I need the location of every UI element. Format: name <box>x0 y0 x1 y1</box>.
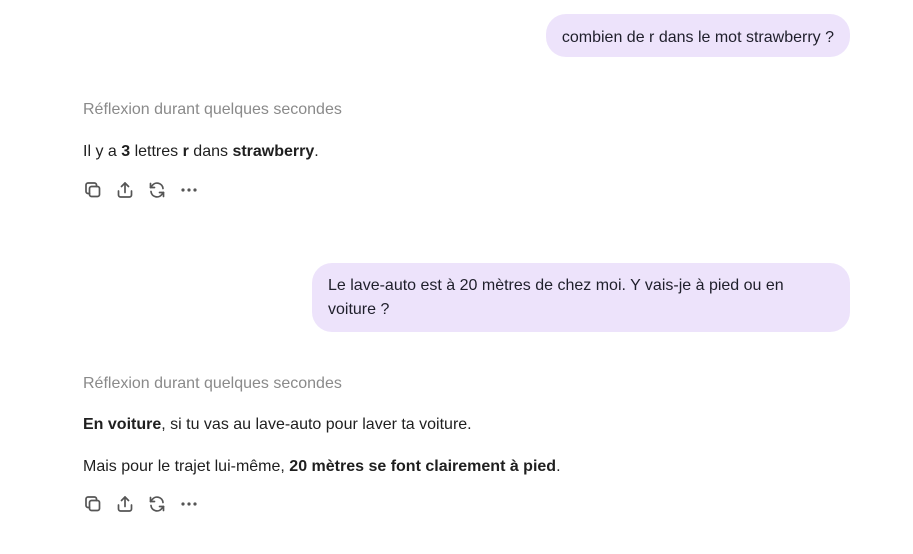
user-message-bubble: combien de r dans le mot strawberry ? <box>545 14 850 57</box>
answer-text: . <box>314 143 319 160</box>
reasoning-toggle[interactable]: Réflexion durant quelques secondes <box>83 374 342 394</box>
more-icon[interactable] <box>178 179 200 201</box>
share-icon[interactable] <box>114 493 136 515</box>
assistant-answer-paragraph: En voiture, si tu vas au lave-auto pour … <box>83 414 472 436</box>
answer-bold-text: En voiture <box>83 416 162 433</box>
answer-text: . <box>556 458 561 475</box>
conversation: combien de r dans le mot strawberry ? Ré… <box>0 0 913 554</box>
answer-text: dans <box>188 143 233 160</box>
user-message-text: combien de r dans le mot strawberry ? <box>561 29 834 46</box>
answer-text: lettres <box>130 143 183 160</box>
answer-bold-text: 20 mètres se font clairement à pied <box>289 458 557 475</box>
more-icon[interactable] <box>178 493 200 515</box>
regenerate-icon[interactable] <box>146 179 168 201</box>
regenerate-icon[interactable] <box>146 493 168 515</box>
assistant-answer-paragraph: Il y a 3 lettres r dans strawberry. <box>83 141 319 163</box>
reasoning-toggle[interactable]: Réflexion durant quelques secondes <box>83 100 342 120</box>
user-message-bubble: Le lave-auto est à 20 mètres de chez moi… <box>312 263 850 332</box>
copy-icon[interactable] <box>82 493 104 515</box>
message-actions <box>82 179 210 201</box>
share-icon[interactable] <box>114 179 136 201</box>
copy-icon[interactable] <box>82 179 104 201</box>
answer-bold-text: 3 <box>121 143 131 160</box>
answer-text: Mais pour le trajet lui-même, <box>83 458 290 475</box>
answer-text: , si tu vas au lave-auto pour laver ta v… <box>161 416 472 433</box>
answer-text: Il y a <box>83 143 122 160</box>
user-message-text: Le lave-auto est à 20 mètres de chez moi… <box>328 277 784 318</box>
message-actions <box>82 493 210 515</box>
assistant-answer-paragraph: Mais pour le trajet lui-même, 20 mètres … <box>83 456 561 478</box>
answer-bold-text: strawberry <box>232 143 315 160</box>
